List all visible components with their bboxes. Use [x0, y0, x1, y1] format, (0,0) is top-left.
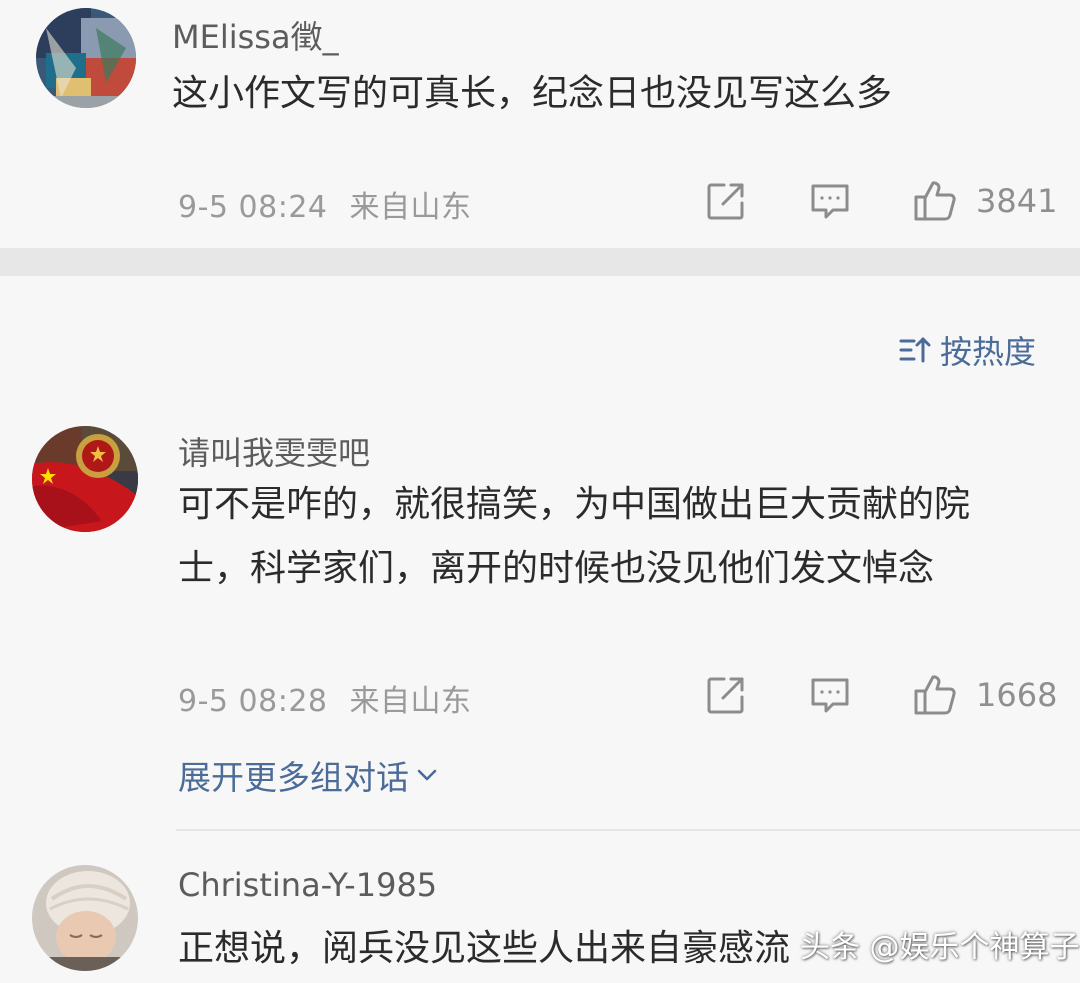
watermark: 头条 @娱乐个神算子 — [800, 930, 1080, 965]
chevron-down-icon — [415, 763, 439, 787]
comment-meta: 9-5 08:24 来自山东 — [178, 182, 472, 226]
section-divider — [0, 248, 1080, 276]
sort-label: 按热度 — [940, 333, 1037, 371]
comment-text: 可不是咋的，就很搞笑，为中国做出巨大贡献的院士，科学家们，离开的时候也没见他们发… — [178, 484, 971, 589]
comment-location: 来自山东 — [349, 684, 472, 719]
share-icon[interactable] — [704, 179, 748, 223]
comment-username[interactable]: MElissa徵_ — [172, 12, 339, 58]
sort-icon — [898, 335, 932, 365]
thumbs-up-icon[interactable] — [912, 672, 958, 718]
comment-text: 这小作文写的可真长，纪念日也没见写这么多 — [172, 73, 893, 114]
comment-username[interactable]: Christina-Y-1985 — [178, 866, 437, 904]
comments-section — [0, 276, 1080, 983]
comment-username[interactable]: 请叫我雯雯吧 — [178, 428, 370, 474]
like-count: 1668 — [976, 676, 1058, 714]
comment-icon[interactable] — [808, 179, 852, 223]
avatar[interactable] — [36, 8, 136, 108]
comment-time: 9-5 08:28 — [178, 684, 328, 719]
comment-icon[interactable] — [808, 673, 852, 717]
sort-toggle[interactable]: 按热度 — [898, 326, 1036, 374]
share-icon[interactable] — [704, 673, 748, 717]
expand-label: 展开更多组对话 — [178, 758, 409, 797]
avatar[interactable] — [32, 865, 138, 971]
divider — [176, 829, 1080, 831]
thumbs-up-icon[interactable] — [912, 178, 958, 224]
expand-more-button[interactable]: 展开更多组对话 — [178, 750, 439, 800]
like-count: 3841 — [976, 182, 1058, 220]
avatar[interactable] — [32, 426, 138, 532]
comment-meta: 9-5 08:28 来自山东 — [178, 676, 472, 720]
comment-time: 9-5 08:24 — [178, 190, 328, 225]
comment-location: 来自山东 — [349, 190, 472, 225]
